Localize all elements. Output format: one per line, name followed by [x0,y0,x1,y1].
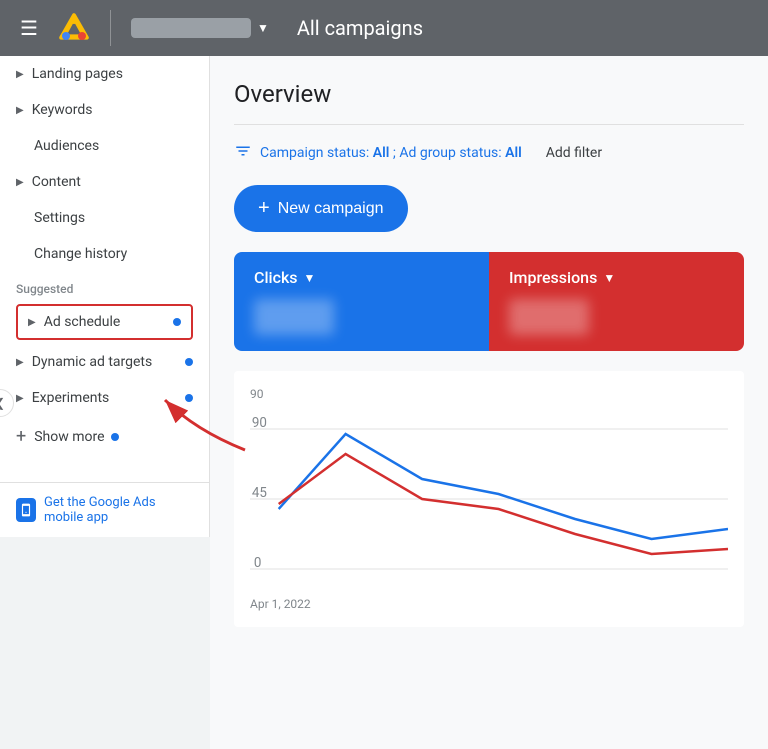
chevron-right-icon: ▶ [16,105,24,116]
impressions-label: Impressions [509,268,597,287]
sidebar-label-landing-pages: Landing pages [32,66,193,82]
impressions-metric-card[interactable]: Impressions ▼ [489,252,744,351]
plus-icon: + [258,197,270,220]
sidebar-item-audiences[interactable]: Audiences [0,128,209,164]
sidebar-label-change-history: Change history [16,246,193,262]
clicks-value-blurred [254,299,334,335]
chart-svg: 90 45 0 [250,409,728,589]
content-divider [234,124,744,125]
hamburger-menu-icon[interactable]: ☰ [12,8,46,48]
chevron-right-icon: ▶ [16,393,24,404]
sidebar-label-settings: Settings [16,210,193,226]
sidebar: ▶ Landing pages ▶ Keywords Audiences ▶ C… [0,56,210,537]
sidebar-footer: Get the Google Ads mobile app [0,482,209,537]
notification-dot [173,318,181,326]
chevron-right-icon: ▶ [16,357,24,368]
sidebar-label-dynamic-ad-targets: Dynamic ad targets [32,354,179,370]
account-name-blurred [131,18,251,38]
sidebar-label-content: Content [32,174,193,190]
add-filter-button[interactable]: Add filter [538,141,610,165]
sidebar-label-ad-schedule: Ad schedule [44,314,167,330]
clicks-metric-card[interactable]: Clicks ▼ [234,252,489,351]
filter-campaign-status[interactable]: Campaign status: All ; Ad group status: … [260,145,522,161]
sidebar-item-dynamic-ad-targets[interactable]: ▶ Dynamic ad targets [0,344,209,380]
y-axis-label-90: 90 [250,387,264,401]
suggested-section-label: Suggested [0,272,209,300]
sidebar-item-ad-schedule[interactable]: ▶ Ad schedule [16,304,193,340]
sidebar-item-keywords[interactable]: ▶ Keywords [0,92,209,128]
show-more-button[interactable]: + Show more [0,416,209,457]
mobile-app-label: Get the Google Ads mobile app [44,495,193,525]
performance-chart: 90 90 45 0 Apr 1, 2022 [234,371,744,627]
show-more-label: Show more [34,429,104,445]
ad-group-status-label: Ad group status: [399,145,501,161]
chevron-right-icon: ▶ [28,317,36,328]
notification-dot [185,394,193,402]
impressions-value-blurred [509,299,589,335]
chevron-right-icon: ▶ [16,69,24,80]
clicks-metric-header: Clicks ▼ [254,268,469,287]
main-layout: ▶ Landing pages ▶ Keywords Audiences ▶ C… [0,56,768,749]
svg-text:90: 90 [252,415,267,431]
sidebar-item-change-history[interactable]: Change history [0,236,209,272]
main-content: Overview Campaign status: All ; Ad group… [210,56,768,749]
sidebar-label-experiments: Experiments [32,390,179,406]
chevron-down-icon: ▼ [304,271,316,285]
plus-icon: + [16,426,26,447]
clicks-label: Clicks [254,268,298,287]
mobile-app-link[interactable]: Get the Google Ads mobile app [16,495,193,525]
google-ads-logo [58,12,90,44]
sidebar-label-keywords: Keywords [32,102,193,118]
account-chevron-icon: ▼ [257,21,269,35]
header-divider [110,10,111,46]
campaign-status-label: Campaign status: [260,145,369,161]
chevron-down-icon: ▼ [603,271,615,285]
ad-group-status-value: All [505,145,522,161]
x-axis-label: Apr 1, 2022 [250,597,728,611]
sidebar-item-experiments[interactable]: ▶ Experiments [0,380,209,416]
page-heading: All campaigns [297,16,423,40]
account-selector[interactable]: ▼ [131,18,269,38]
notification-dot [111,433,119,441]
notification-dot [185,358,193,366]
impressions-metric-header: Impressions ▼ [509,268,724,287]
sidebar-item-settings[interactable]: Settings [0,200,209,236]
filter-bar: Campaign status: All ; Ad group status: … [234,141,744,165]
sidebar-label-audiences: Audiences [16,138,193,154]
sidebar-item-landing-pages[interactable]: ▶ Landing pages [0,56,209,92]
page-title: Overview [234,80,744,108]
metrics-row: Clicks ▼ Impressions ▼ [234,252,744,351]
new-campaign-button[interactable]: + New campaign [234,185,408,232]
new-campaign-label: New campaign [278,200,384,218]
chevron-right-icon: ▶ [16,177,24,188]
mobile-download-icon [16,498,36,522]
svg-text:0: 0 [254,555,262,571]
campaign-status-value: All [373,145,390,161]
filter-icon[interactable] [234,142,252,165]
sidebar-wrapper: ▶ Landing pages ▶ Keywords Audiences ▶ C… [0,56,210,749]
app-header: ☰ ▼ All campaigns [0,0,768,56]
svg-text:45: 45 [252,485,267,501]
sidebar-item-content[interactable]: ▶ Content [0,164,209,200]
